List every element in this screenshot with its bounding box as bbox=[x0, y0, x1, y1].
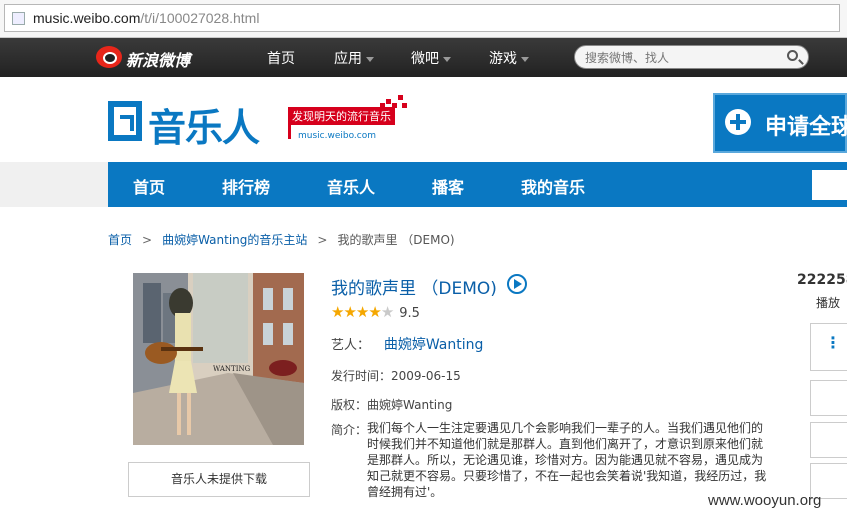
music-header: 音乐人 发现明天的流行音乐 music.weibo.com 申请全球 bbox=[0, 77, 847, 162]
side-action-button-1[interactable] bbox=[810, 380, 847, 416]
chevron-down-icon bbox=[366, 56, 374, 62]
plus-icon bbox=[725, 109, 751, 135]
artist-label: 艺人： bbox=[331, 338, 371, 353]
music-logo-mark-icon bbox=[108, 101, 142, 141]
artist-row: 艺人： 曲婉婷Wanting bbox=[331, 334, 483, 354]
release-row: 发行时间：2009-06-15 bbox=[331, 367, 461, 384]
more-options-button[interactable]: ⋮ bbox=[810, 323, 847, 371]
url-host: music.weibo.com bbox=[33, 10, 141, 26]
album-cover-image: WANTING bbox=[133, 273, 304, 445]
page-favicon-icon bbox=[12, 12, 25, 25]
breadcrumb-current: 我的歌声里 （DEMO) bbox=[337, 233, 455, 247]
search-icon[interactable] bbox=[787, 50, 798, 61]
main-nav-my-music[interactable]: 我的音乐 bbox=[521, 174, 585, 198]
star-half-icon: ★ bbox=[380, 303, 394, 321]
play-icon[interactable] bbox=[507, 274, 527, 294]
weibo-nav-apps[interactable]: 应用 bbox=[334, 48, 374, 68]
breadcrumb-home[interactable]: 首页 bbox=[108, 233, 132, 247]
song-title: 我的歌声里 （DEMO) bbox=[331, 279, 497, 299]
svg-text:WANTING: WANTING bbox=[213, 365, 251, 373]
weibo-logo-text: 新浪微博 bbox=[126, 51, 191, 70]
weibo-nav-apps-label: 应用 bbox=[334, 51, 362, 67]
main-nav-charts[interactable]: 排行榜 bbox=[222, 174, 270, 198]
play-count-label: 播放 bbox=[816, 296, 841, 310]
star-icon: ★ bbox=[343, 303, 356, 321]
album-cover[interactable]: WANTING bbox=[133, 273, 304, 445]
weibo-nav-weiba-label: 微吧 bbox=[411, 51, 439, 67]
apply-button[interactable]: 申请全球 bbox=[713, 93, 847, 153]
main-nav-podcasts[interactable]: 播客 bbox=[432, 174, 464, 198]
main-nav-musicians[interactable]: 音乐人 bbox=[327, 174, 375, 198]
artist-link[interactable]: 曲婉婷Wanting bbox=[384, 337, 484, 353]
chevron-down-icon bbox=[521, 56, 529, 62]
intro-label: 简介： bbox=[331, 423, 368, 437]
main-nav-home[interactable]: 首页 bbox=[133, 174, 165, 198]
copyright-label: 版权： bbox=[331, 398, 368, 412]
watermark: www.wooyun.org bbox=[708, 492, 822, 509]
star-icon: ★ bbox=[355, 303, 369, 321]
slogan: 发现明天的流行音乐 bbox=[288, 107, 395, 125]
weibo-nav-home[interactable]: 首页 bbox=[267, 48, 295, 68]
release-label: 发行时间： bbox=[331, 369, 392, 383]
breadcrumb-separator: > bbox=[142, 233, 153, 247]
breadcrumb-separator: > bbox=[317, 233, 328, 247]
rating-stars: ★★★★★ 9.5 bbox=[331, 303, 420, 321]
weibo-top-nav: 新浪微博 首页 应用 微吧 游戏 bbox=[0, 38, 847, 77]
rating-value: 9.5 bbox=[399, 306, 420, 321]
music-logo-text[interactable]: 音乐人 bbox=[148, 97, 260, 152]
copyright-row: 版权：曲婉婷Wanting bbox=[331, 396, 452, 413]
weibo-nav-weiba[interactable]: 微吧 bbox=[411, 48, 451, 68]
more-vertical-icon: ⋮ bbox=[825, 333, 841, 352]
main-nav: 首页 排行榜 音乐人 播客 我的音乐 bbox=[108, 162, 847, 207]
star-icon: ★ bbox=[368, 303, 381, 321]
download-unavailable-button[interactable]: 音乐人未提供下载 bbox=[128, 462, 310, 497]
copyright-value: 曲婉婷Wanting bbox=[367, 398, 453, 412]
side-action-button-2[interactable] bbox=[810, 422, 847, 458]
weibo-nav-games-label: 游戏 bbox=[489, 51, 517, 67]
breadcrumb: 首页 > 曲婉婷Wanting的音乐主站 > 我的歌声里 （DEMO) bbox=[108, 231, 455, 248]
release-date: 2009-06-15 bbox=[391, 369, 461, 383]
url-path: /t/i/100027028.html bbox=[140, 10, 260, 26]
apply-button-label: 申请全球 bbox=[765, 115, 847, 140]
pixel-decoration-icon bbox=[380, 95, 408, 109]
browser-address-bar: music.weibo.com/t/i/100027028.html bbox=[0, 0, 847, 38]
slogan-url: music.weibo.com bbox=[298, 131, 377, 141]
url-field[interactable]: music.weibo.com/t/i/100027028.html bbox=[4, 4, 840, 32]
chevron-down-icon bbox=[443, 56, 451, 62]
url-text[interactable]: music.weibo.com/t/i/100027028.html bbox=[33, 10, 259, 26]
star-icon: ★ bbox=[331, 303, 344, 321]
weibo-eye-icon bbox=[96, 46, 122, 68]
play-count: 222258 bbox=[797, 272, 847, 288]
song-intro: 我们每个人一生注定要遇见几个会影响我们一辈子的人。当我们遇见他们的时候我们并不知… bbox=[367, 421, 767, 499]
breadcrumb-artist[interactable]: 曲婉婷Wanting的音乐主站 bbox=[162, 233, 307, 247]
weibo-search-box bbox=[574, 45, 809, 69]
main-nav-search-box[interactable] bbox=[812, 170, 847, 200]
weibo-nav-games[interactable]: 游戏 bbox=[489, 48, 529, 68]
weibo-search-input[interactable] bbox=[583, 48, 777, 68]
